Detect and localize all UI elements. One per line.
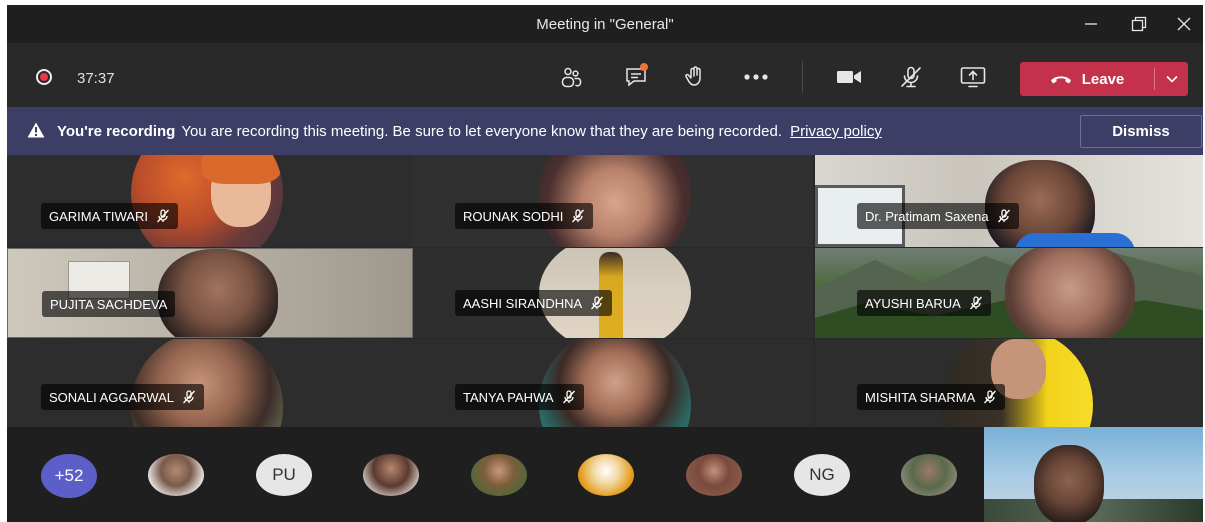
participant-name-tag: ROUNAK SODHI	[455, 203, 594, 229]
mic-muted-icon	[562, 390, 575, 404]
participant-avatar	[131, 339, 283, 427]
participant-initials-avatar[interactable]: PU	[256, 454, 312, 496]
participant-name: MISHITA SHARMA	[865, 389, 976, 405]
participant-name-tag: AYUSHI BARUA	[857, 290, 991, 316]
participant-avatar	[539, 339, 691, 427]
chevron-down-icon	[1165, 75, 1178, 83]
participants-button[interactable]	[553, 59, 589, 95]
participant-name: TANYA PAHWA	[463, 389, 554, 405]
privacy-policy-link[interactable]: Privacy policy	[790, 123, 882, 140]
video-grid: GARIMA TIWARI ROUNAK SODHI Dr. Pratimam …	[7, 155, 1203, 427]
mic-muted-icon	[997, 209, 1010, 223]
participant-avatar[interactable]	[363, 454, 419, 496]
video-tile[interactable]: ROUNAK SODHI	[413, 155, 813, 247]
participant-avatar[interactable]	[148, 454, 204, 496]
share-screen-button[interactable]	[955, 59, 991, 95]
close-button[interactable]	[1165, 11, 1203, 37]
participant-name: Dr. Pratimam Saxena	[865, 208, 989, 224]
recording-heading: You're recording	[57, 123, 176, 140]
minimize-icon	[1085, 23, 1097, 25]
recording-banner: You're recording You are recording this m…	[7, 107, 1203, 155]
recording-text: You are recording this meeting. Be sure …	[181, 123, 782, 140]
chat-button[interactable]	[618, 59, 654, 95]
participants-icon	[561, 67, 582, 88]
mic-muted-icon	[183, 390, 195, 404]
share-screen-icon	[960, 67, 986, 88]
camera-button[interactable]	[831, 59, 867, 95]
mic-muted-icon	[572, 209, 585, 223]
participant-name-tag: TANYA PAHWA	[455, 384, 584, 410]
participant-avatar	[131, 155, 283, 247]
participant-name-tag: SONALI AGGARWAL	[41, 384, 204, 410]
participant-name: SONALI AGGARWAL	[49, 389, 174, 405]
participant-name-tag: AASHI SIRANDHNA	[455, 290, 613, 316]
video-tile[interactable]: AASHI SIRANDHNA	[413, 248, 813, 338]
warning-icon	[27, 122, 45, 138]
camera-icon	[837, 71, 861, 83]
video-tile[interactable]: MISHITA SHARMA	[815, 339, 1203, 427]
participant-avatar[interactable]	[471, 454, 527, 496]
window-title: Meeting in "General"	[536, 16, 674, 33]
close-icon	[1177, 17, 1191, 31]
hang-up-icon	[1050, 76, 1071, 84]
mic-muted-icon	[984, 390, 997, 404]
video-tile[interactable]: AYUSHI BARUA	[815, 248, 1203, 338]
participant-avatar	[539, 155, 691, 247]
participant-name: PUJITA SACHDEVA	[50, 296, 168, 312]
microphone-button[interactable]	[893, 59, 929, 95]
raise-hand-icon	[685, 66, 701, 86]
participant-name: AYUSHI BARUA	[865, 295, 961, 311]
participant-name-tag: PUJITA SACHDEVA	[42, 291, 176, 317]
video-tile[interactable]: PUJITA SACHDEVA	[7, 248, 413, 338]
title-bar: Meeting in "General"	[7, 5, 1203, 43]
participant-name: ROUNAK SODHI	[463, 208, 564, 224]
participant-avatar[interactable]	[578, 454, 634, 496]
video-tile[interactable]: TANYA PAHWA	[413, 339, 813, 427]
dismiss-button[interactable]: Dismiss	[1080, 115, 1202, 148]
leave-label: Leave	[1081, 70, 1125, 88]
participant-clothing	[1015, 233, 1135, 247]
minimize-button[interactable]	[1072, 11, 1110, 37]
video-tile[interactable]: Dr. Pratimam Saxena	[815, 155, 1203, 247]
participant-avatar	[941, 339, 1093, 427]
leave-options-button[interactable]	[1155, 62, 1188, 96]
teams-meeting-window: Meeting in "General" 37:37 Leave You're …	[7, 5, 1203, 522]
mic-muted-icon	[969, 296, 982, 310]
more-participants-button[interactable]: +52	[41, 454, 97, 498]
more-options-button[interactable]	[738, 59, 774, 95]
recording-indicator-icon	[36, 69, 52, 85]
meeting-toolbar: 37:37 Leave	[7, 43, 1203, 107]
participant-name-tag: Dr. Pratimam Saxena	[857, 203, 1019, 229]
raise-hand-button[interactable]	[677, 59, 713, 95]
participant-initials-avatar[interactable]: NG	[794, 454, 850, 496]
participant-name-tag: MISHITA SHARMA	[857, 384, 1006, 410]
more-options-icon	[744, 74, 768, 80]
leave-meeting-control: Leave	[1020, 62, 1188, 96]
recording-message: You're recording You are recording this m…	[57, 123, 882, 140]
participant-name: AASHI SIRANDHNA	[463, 295, 583, 311]
video-tile[interactable]: GARIMA TIWARI	[7, 155, 413, 247]
toolbar-divider	[802, 61, 803, 93]
self-view-video[interactable]	[984, 427, 1203, 522]
leave-button[interactable]: Leave	[1020, 62, 1154, 96]
meeting-timer: 37:37	[77, 70, 115, 87]
restore-icon	[1131, 16, 1147, 32]
chat-notification-badge	[640, 63, 648, 71]
self-participant	[1034, 445, 1104, 522]
participant-avatar[interactable]	[686, 454, 742, 496]
participant-name-tag: GARIMA TIWARI	[41, 203, 178, 229]
maximize-button[interactable]	[1120, 11, 1158, 37]
mic-muted-icon	[901, 66, 921, 88]
participant-name: GARIMA TIWARI	[49, 208, 148, 224]
participant-strip: +52 PU NG	[7, 427, 1203, 522]
participant-video	[158, 249, 278, 337]
mic-muted-icon	[156, 209, 169, 223]
participant-avatar[interactable]	[901, 454, 957, 496]
participant-video	[1005, 248, 1135, 338]
video-tile[interactable]: SONALI AGGARWAL	[7, 339, 413, 427]
mic-muted-icon	[591, 296, 604, 310]
